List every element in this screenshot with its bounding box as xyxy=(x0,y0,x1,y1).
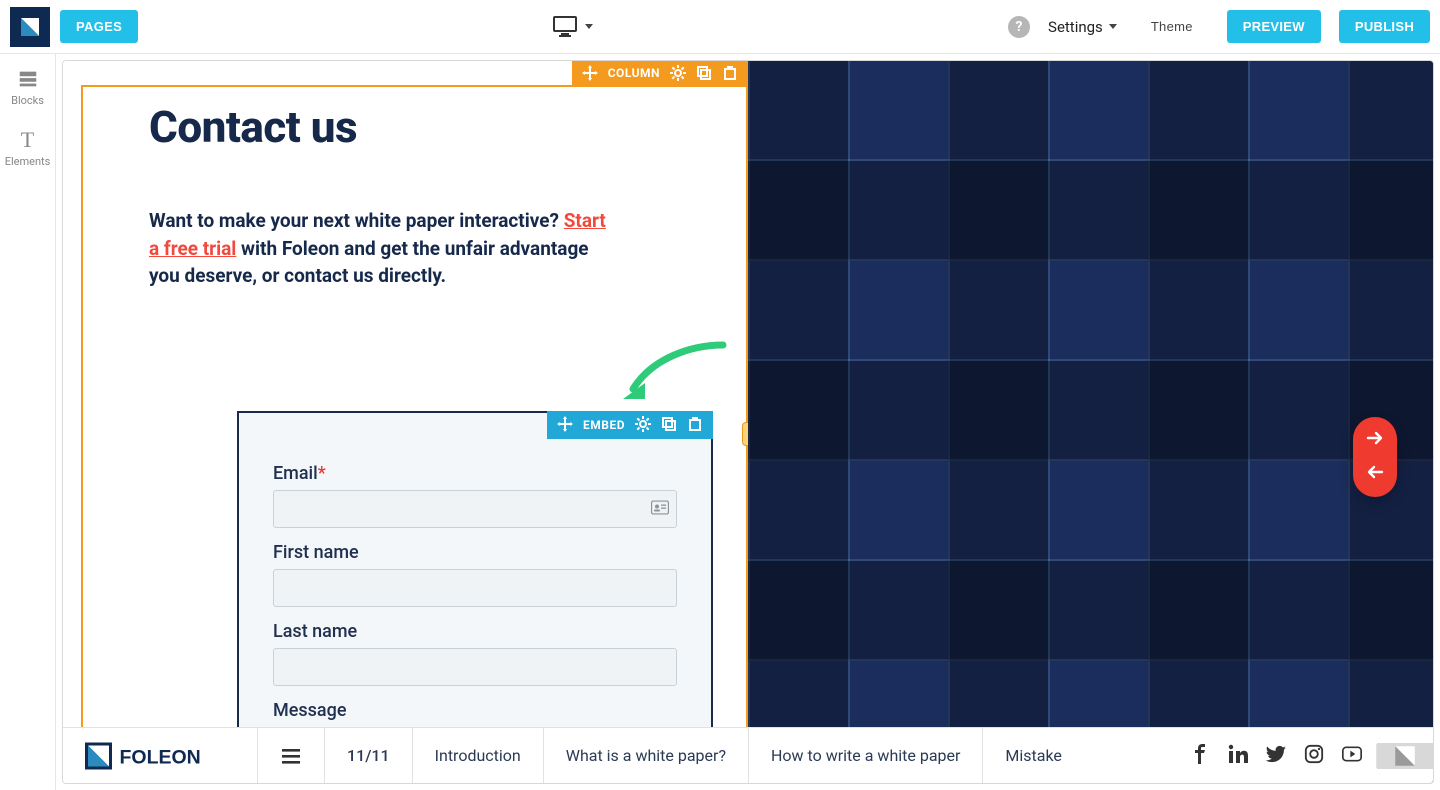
bottombar: FOLEON 11/11 Introduction What is a whit… xyxy=(63,727,1433,783)
column-toolbar: COLUMN xyxy=(572,60,748,87)
next-page-button[interactable] xyxy=(1366,429,1384,451)
rail-blocks-label: Blocks xyxy=(11,94,44,107)
settings-label: Settings xyxy=(1048,18,1103,36)
trash-icon[interactable] xyxy=(687,416,703,435)
tab-introduction[interactable]: Introduction xyxy=(413,728,544,783)
first-name-field[interactable] xyxy=(273,569,677,607)
move-icon[interactable] xyxy=(582,65,598,81)
facebook-icon[interactable] xyxy=(1190,744,1210,768)
page: COLUMN Contact us Want to make your next… xyxy=(63,61,1433,783)
arrow-right-icon xyxy=(1366,429,1384,447)
youtube-icon[interactable] xyxy=(1342,744,1362,768)
editor-canvas: COLUMN Contact us Want to make your next… xyxy=(62,60,1434,784)
arrow-left-icon xyxy=(1366,463,1384,481)
contact-card-icon xyxy=(651,500,669,519)
page-nav-pill xyxy=(1353,417,1397,497)
gear-icon[interactable] xyxy=(635,416,651,435)
embed-toolbar: EMBED xyxy=(547,411,713,439)
email-label: Email* xyxy=(273,463,677,484)
preview-button[interactable]: PREVIEW xyxy=(1227,10,1321,43)
page-right-column xyxy=(748,61,1433,783)
rail-blocks[interactable]: Blocks xyxy=(11,68,44,107)
hamburger-icon xyxy=(280,745,302,767)
twitter-icon[interactable] xyxy=(1266,744,1286,768)
gear-icon[interactable] xyxy=(670,65,686,81)
foleon-mark-button[interactable] xyxy=(1377,743,1433,769)
blocks-icon xyxy=(17,68,39,90)
first-name-label: First name xyxy=(273,542,677,563)
settings-menu[interactable]: Settings xyxy=(1048,18,1117,36)
rail-elements[interactable]: T Elements xyxy=(5,129,51,168)
embed-toolbar-label: EMBED xyxy=(583,418,625,432)
device-preview-select[interactable] xyxy=(553,16,593,38)
prev-page-button[interactable] xyxy=(1366,463,1384,485)
topbar: PAGES ? Settings Theme PREVIEW PUBLISH xyxy=(0,0,1440,54)
move-icon[interactable] xyxy=(557,416,573,435)
menu-button[interactable] xyxy=(258,728,325,783)
column-toolbar-label: COLUMN xyxy=(608,66,660,80)
canvas-wrap: COLUMN Contact us Want to make your next… xyxy=(56,54,1440,790)
brand-cell[interactable]: FOLEON xyxy=(63,728,258,783)
theme-button[interactable]: Theme xyxy=(1135,10,1209,43)
publish-button[interactable]: PUBLISH xyxy=(1339,10,1430,43)
tab-how-to[interactable]: How to write a white paper xyxy=(749,728,983,783)
help-icon[interactable]: ? xyxy=(1008,16,1030,38)
trash-icon[interactable] xyxy=(722,65,738,81)
linkedin-icon[interactable] xyxy=(1228,744,1248,768)
message-label: Message xyxy=(273,700,677,721)
tab-what-is[interactable]: What is a white paper? xyxy=(544,728,749,783)
duplicate-icon[interactable] xyxy=(661,416,677,435)
last-name-field[interactable] xyxy=(273,648,677,686)
background-image xyxy=(748,61,1433,783)
page-left-column: COLUMN Contact us Want to make your next… xyxy=(63,61,748,783)
foleon-logo-icon: FOLEON xyxy=(85,741,235,771)
text-icon: T xyxy=(17,129,39,151)
desktop-icon xyxy=(553,16,577,38)
chevron-down-icon xyxy=(1109,24,1117,29)
app-logo-icon xyxy=(10,7,50,47)
tab-mistakes[interactable]: Mistake xyxy=(983,728,1084,783)
last-name-label: Last name xyxy=(273,621,677,642)
svg-text:FOLEON: FOLEON xyxy=(120,746,201,768)
duplicate-icon[interactable] xyxy=(696,65,712,81)
email-field[interactable] xyxy=(273,490,677,528)
pages-button[interactable]: PAGES xyxy=(60,10,138,43)
chevron-down-icon xyxy=(585,24,593,29)
foleon-mark-icon xyxy=(1392,743,1418,769)
rail-elements-label: Elements xyxy=(5,155,51,168)
page-counter: 11/11 xyxy=(325,728,413,783)
left-rail: Blocks T Elements xyxy=(0,54,56,790)
social-links xyxy=(1176,744,1377,768)
instagram-icon[interactable] xyxy=(1304,744,1324,768)
